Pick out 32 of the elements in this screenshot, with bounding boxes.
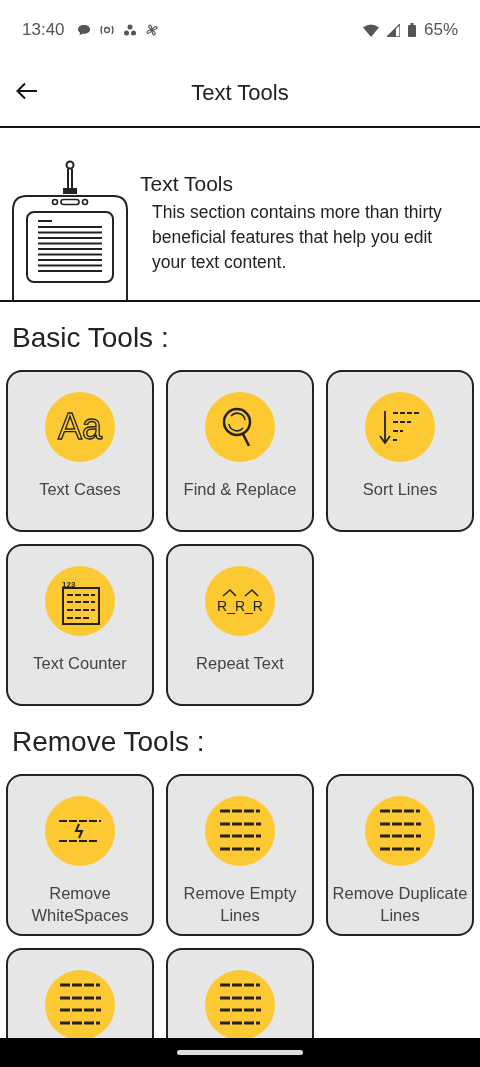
screen-title: Text Tools bbox=[191, 80, 289, 106]
tool-tile[interactable]: Sort Lines bbox=[326, 370, 474, 532]
status-time: 13:40 bbox=[22, 20, 65, 40]
section-heading: Remove Tools : bbox=[12, 726, 206, 758]
tool-tile[interactable]: Remove Duplicate Lines bbox=[326, 774, 474, 936]
battery-icon bbox=[407, 23, 416, 37]
whitespace-icon bbox=[45, 796, 115, 866]
counter-icon: 123 bbox=[45, 566, 115, 636]
repeat-icon: R_R_R bbox=[205, 566, 275, 636]
tool-tile[interactable]: R_R_R Repeat Text bbox=[166, 544, 314, 706]
section-heading: Basic Tools : bbox=[12, 322, 170, 354]
signal-icon bbox=[386, 23, 400, 37]
tool-tile[interactable]: Find & Replace bbox=[166, 370, 314, 532]
sort-icon bbox=[365, 392, 435, 462]
dots-icon bbox=[122, 24, 137, 36]
battery-level: 65% bbox=[423, 20, 458, 40]
tool-tile[interactable]: 123 Text Counter bbox=[6, 544, 154, 706]
hotspot-icon bbox=[98, 24, 115, 36]
fan-icon bbox=[144, 23, 159, 37]
tool-tile[interactable]: Remove WhiteSpaces bbox=[6, 774, 154, 936]
lines-icon bbox=[365, 796, 435, 866]
chat-icon bbox=[76, 24, 91, 36]
magnifier-icon bbox=[205, 392, 275, 462]
lines-icon bbox=[205, 796, 275, 866]
letters-icon: Aa bbox=[45, 392, 115, 462]
intro-title: Text Tools bbox=[140, 172, 234, 196]
tool-tile[interactable]: Remove Empty Lines bbox=[166, 774, 314, 936]
wifi-icon bbox=[362, 23, 379, 37]
intro-description: This section contains more than thirty beneficial features that help you edit your text content. bbox=[152, 201, 443, 274]
lines-icon bbox=[45, 970, 115, 1038]
lines-icon bbox=[205, 970, 275, 1038]
tool-tile[interactable]: Aa Text Cases bbox=[6, 370, 154, 532]
